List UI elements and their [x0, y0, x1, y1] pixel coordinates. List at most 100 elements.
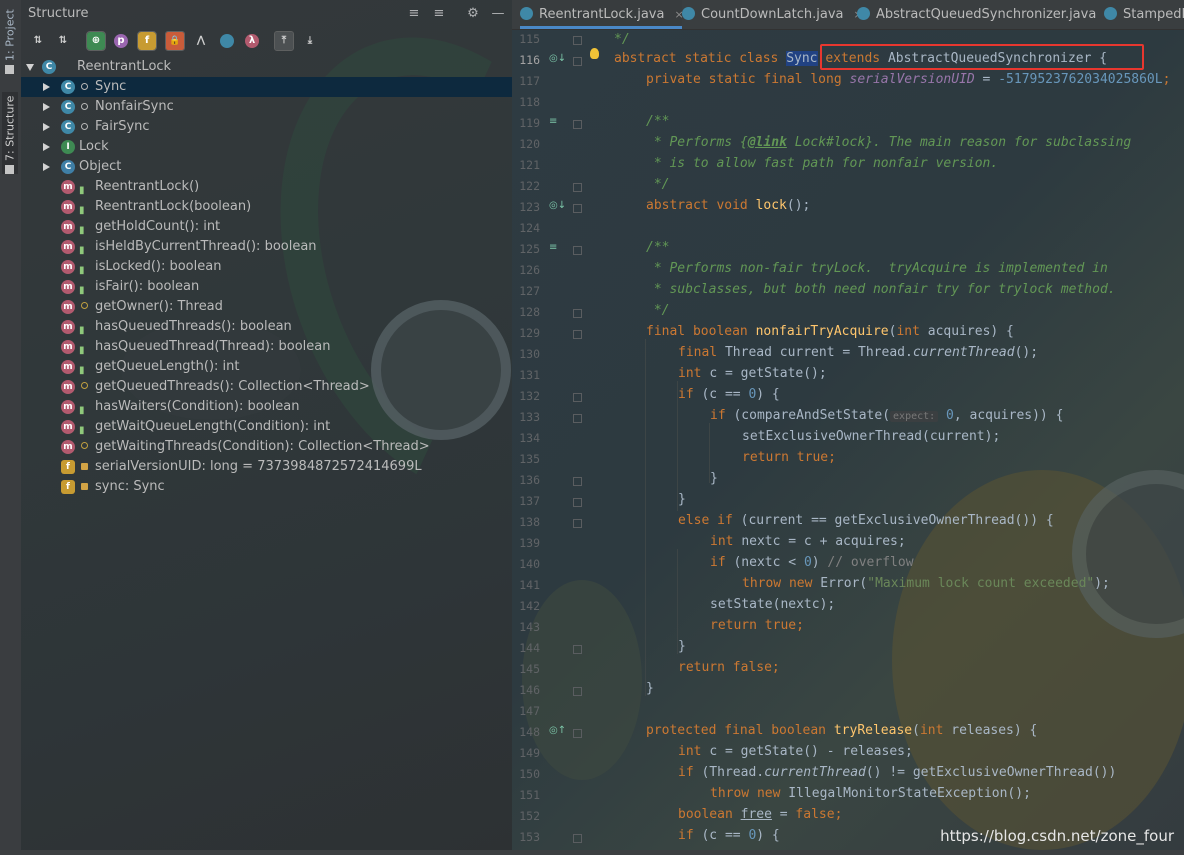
code-area[interactable]: */ abstract static class Sync extends Ab… [512, 29, 1184, 855]
code-text: ; [771, 660, 780, 675]
tree-node-object[interactable]: C Object [21, 157, 512, 177]
tree-node-method[interactable]: m ▮ isLocked(): boolean [21, 257, 512, 277]
tree-node-label: ReentrantLock() [95, 179, 200, 194]
collapse-arrow-icon[interactable] [26, 64, 34, 71]
sort-by-visibility-button[interactable]: ⇅ [29, 32, 47, 50]
show-properties-button[interactable]: p [114, 34, 128, 48]
tab-abstractqueuedsynchronizer[interactable]: AbstractQueuedSynchronizer.java× [857, 0, 1116, 29]
tree-node-method[interactable]: m getQueuedThreads(): Collection<Thread> [21, 377, 512, 397]
tree-node-method[interactable]: m ▮ hasQueuedThread(Thread): boolean [21, 337, 512, 357]
gear-icon[interactable]: ⚙ [466, 7, 480, 21]
tree-node-method[interactable]: m getOwner(): Thread [21, 297, 512, 317]
tree-node-nonfairsync[interactable]: C NonfairSync [21, 97, 512, 117]
tree-node-method[interactable]: m ▮ hasQueuedThreads(): boolean [21, 317, 512, 337]
tree-node-lock[interactable]: I Lock [21, 137, 512, 157]
expand-arrow-icon[interactable] [43, 103, 50, 111]
code-text: } [710, 471, 718, 486]
class-icon [682, 7, 695, 20]
private-lock-icon [81, 483, 88, 490]
tab-label: StampedL [1123, 7, 1184, 22]
structure-tool-label: 7: Structure [3, 95, 17, 161]
private-lock-icon [81, 463, 88, 470]
sort-alphabetically-button[interactable]: ⇅ [54, 32, 72, 50]
tree-node-method[interactable]: m ▮ isHeldByCurrentThread(): boolean [21, 237, 512, 257]
show-lambdas-button[interactable]: λ [245, 34, 259, 48]
tree-node-method[interactable]: m ▮ isFair(): boolean [21, 277, 512, 297]
tab-countdownlatch[interactable]: CountDownLatch.java× [682, 0, 863, 29]
code-comment: */ [646, 177, 670, 192]
tree-node-sync[interactable]: C Sync [21, 77, 512, 97]
show-non-public-button[interactable]: 🔒 [165, 31, 185, 51]
project-tool-tab[interactable]: 1: Project [2, 2, 18, 74]
code-keyword: final [678, 345, 725, 360]
tree-node-method[interactable]: m ▮ getQueueLength(): int [21, 357, 512, 377]
expand-arrow-icon[interactable] [43, 123, 50, 131]
method-icon: m [61, 200, 75, 214]
code-keyword: if [678, 828, 702, 843]
package-private-icon [81, 103, 88, 110]
tree-node-label: getQueuedThreads(): Collection<Thread> [95, 379, 370, 394]
expand-all-icon[interactable]: ≡ [407, 7, 421, 21]
code-comment-tag: @link [747, 135, 787, 150]
show-inner-classes-button[interactable] [220, 34, 234, 48]
tree-node-label: sync: Sync [95, 479, 165, 494]
code-keyword: throw new [710, 786, 789, 801]
code-text: ); [1094, 576, 1110, 591]
code-text: setExclusiveOwnerThread(current); [742, 429, 1001, 444]
tab-reentrantlock[interactable]: ReentrantLock.java × [520, 0, 684, 29]
code-field: serialVersionUID [849, 72, 975, 87]
show-anonymous-button[interactable]: ⋀ [192, 32, 210, 50]
code-keyword: int [678, 366, 710, 381]
code-string: "Maximum lock count exceeded" [867, 576, 1095, 591]
tree-node-fairsync[interactable]: C FairSync [21, 117, 512, 137]
code-text: (); [1014, 345, 1039, 360]
tool-window-strip: 1: Project 7: Structure [0, 0, 22, 855]
code-text: (c == [701, 387, 749, 402]
package-private-icon [81, 123, 88, 130]
class-icon [1104, 7, 1117, 20]
structure-tool-tab[interactable]: 7: Structure [2, 92, 18, 174]
tree-node-method[interactable]: m ▮ hasWaiters(Condition): boolean [21, 397, 512, 417]
tree-node-label: getWaitingThreads(Condition): Collection… [95, 439, 430, 454]
code-static-call: currentThread [764, 765, 866, 780]
expand-arrow-icon[interactable] [43, 143, 50, 151]
expand-arrow-icon[interactable] [43, 163, 50, 171]
tree-node-field[interactable]: f sync: Sync [21, 477, 512, 497]
show-inherited-button[interactable]: ⊕ [86, 31, 106, 51]
code-text: setState(nextc); [710, 597, 836, 612]
expand-arrow-icon[interactable] [43, 83, 50, 91]
tree-node-method[interactable]: m ▮ getWaitQueueLength(Condition): int [21, 417, 512, 437]
code-keyword: private static final long [646, 72, 850, 87]
method-icon: m [61, 360, 75, 374]
folder-icon [5, 65, 15, 74]
code-comment: * Performs { [646, 135, 748, 150]
autoscroll-to-source-button[interactable]: ⤒ [274, 31, 294, 51]
method-icon: m [61, 320, 75, 334]
lightbulb-icon[interactable] [590, 48, 599, 59]
tab-label: AbstractQueuedSynchronizer.java [876, 7, 1097, 22]
class-icon [520, 7, 533, 20]
code-variable: free [740, 807, 772, 822]
tab-stampedlock[interactable]: StampedL [1104, 0, 1184, 29]
tree-node-method[interactable]: m ▮ ReentrantLock(boolean) [21, 197, 512, 217]
tree-node-method[interactable]: m ▮ getHoldCount(): int [21, 217, 512, 237]
code-number: 0 [803, 555, 812, 570]
collapse-all-icon[interactable]: ≡ [432, 7, 446, 21]
tree-node-method[interactable]: m getWaitingThreads(Condition): Collecti… [21, 437, 512, 457]
method-icon: m [61, 380, 75, 394]
tree-node-method[interactable]: m ▮ ReentrantLock() [21, 177, 512, 197]
code-comment: /** [646, 240, 670, 255]
highlight-annotation-box [820, 44, 1144, 70]
class-icon: C [42, 60, 56, 74]
code-keyword: int [896, 324, 928, 339]
code-text: = [771, 807, 796, 822]
show-fields-button[interactable]: f [137, 31, 157, 51]
structure-icon [5, 165, 15, 174]
tree-node-reentrantlock[interactable]: C ReentrantLock [21, 57, 512, 77]
code-comment: * is to allow fast path for nonfair vers… [646, 156, 999, 171]
interface-icon: I [61, 140, 75, 154]
tree-node-label: getQueueLength(): int [95, 359, 240, 374]
hide-panel-icon[interactable]: — [491, 7, 505, 21]
autoscroll-from-source-button[interactable]: ⤓ [301, 32, 319, 50]
tree-node-field[interactable]: f serialVersionUID: long = 7373984872572… [21, 457, 512, 477]
